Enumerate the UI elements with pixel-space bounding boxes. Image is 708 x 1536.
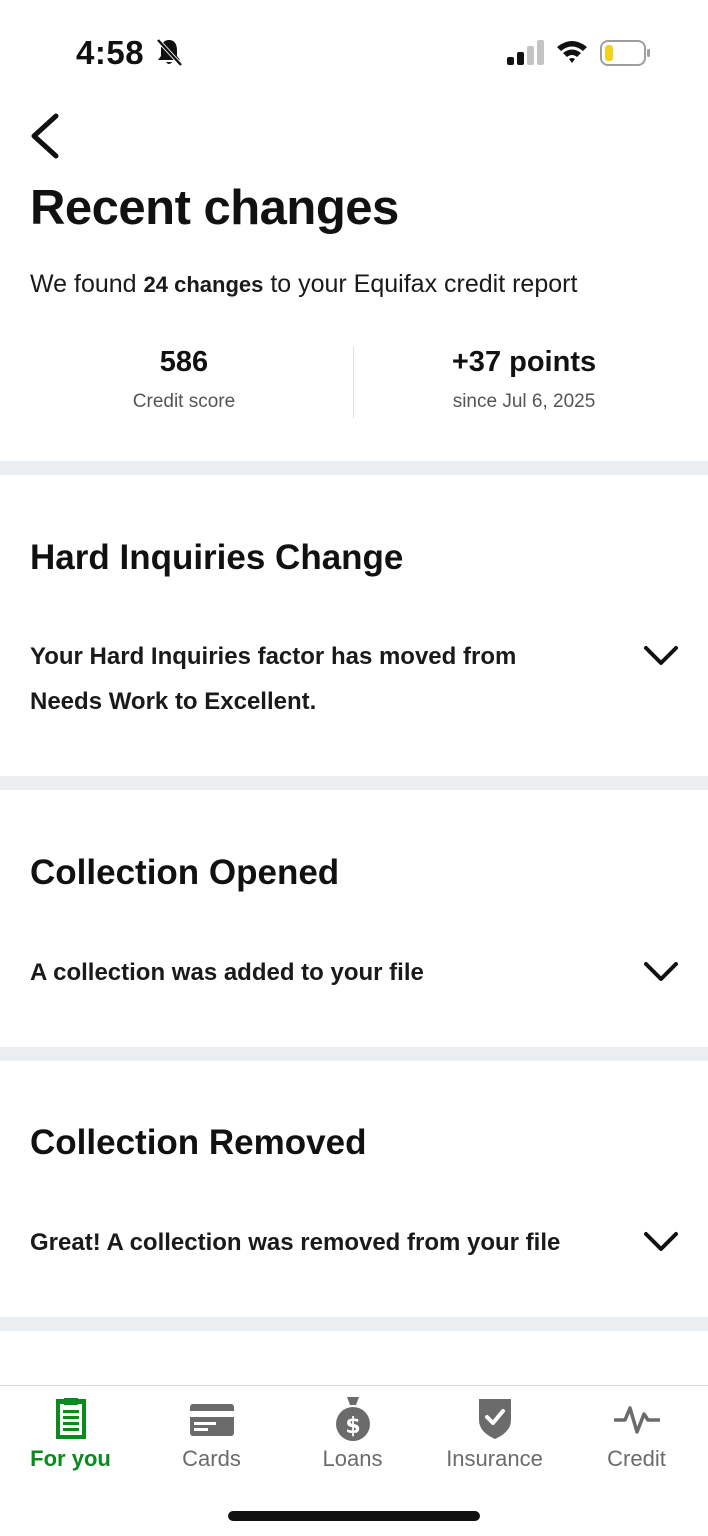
score-change-stat: +37 points since Jul 6, 2025 (374, 346, 674, 413)
change-description: Great! A collection was removed from you… (30, 1229, 561, 1256)
chevron-down-icon[interactable] (643, 1230, 679, 1254)
chevron-down-icon[interactable] (643, 960, 679, 984)
score-change-value: +37 points (451, 346, 597, 378)
section-divider (0, 461, 708, 475)
tab-label: Insurance (446, 1446, 543, 1471)
tab-label: Loans (322, 1446, 383, 1471)
chevron-down-icon[interactable] (643, 644, 679, 668)
summary-prefix: We found (30, 270, 137, 298)
credit-score-label: Credit score (132, 391, 236, 412)
document-icon (55, 1398, 86, 1439)
summary-count: 24 changes (143, 272, 264, 297)
svg-text:$: $ (345, 1414, 360, 1439)
stats-divider (353, 346, 354, 418)
score-change-label: since Jul 6, 2025 (452, 391, 596, 412)
home-indicator[interactable] (228, 1511, 480, 1521)
section-divider (0, 776, 708, 790)
tab-label: Credit (607, 1446, 666, 1471)
tab-credit[interactable]: Credit (566, 1386, 707, 1486)
credit-score-value: 586 (159, 346, 209, 378)
wifi-icon (557, 41, 587, 63)
change-title: Collection Removed (30, 1123, 367, 1162)
section-divider (0, 1317, 708, 1331)
tab-label: For you (30, 1446, 111, 1471)
summary-suffix: to your Equifax credit report (270, 270, 578, 298)
tab-label: Cards (182, 1446, 241, 1471)
tab-loans[interactable]: $ Loans (282, 1386, 423, 1486)
cellular-signal-icon (507, 40, 544, 65)
change-title: Hard Inquiries Change (30, 538, 404, 577)
back-chevron-icon[interactable] (26, 112, 66, 160)
recent-changes-screen: 4:58 Recent changes We found 24 changes … (0, 0, 708, 1536)
pulse-icon (613, 1406, 660, 1434)
tab-cards[interactable]: Cards (141, 1386, 282, 1486)
change-description: A collection was added to your file (30, 959, 424, 986)
bell-muted-icon (156, 38, 183, 67)
money-bag-icon: $ (335, 1397, 370, 1441)
shield-check-icon (478, 1399, 511, 1439)
changes-summary: We found 24 changes to your Equifax cred… (30, 270, 577, 299)
status-bar: 4:58 (0, 0, 708, 100)
tab-insurance[interactable]: Insurance (424, 1386, 565, 1486)
change-description: Your Hard Inquiries factor has moved fro… (30, 643, 517, 715)
battery-icon (600, 40, 650, 66)
page-title: Recent changes (30, 181, 399, 235)
change-title: Collection Opened (30, 853, 340, 892)
credit-score-stat: 586 Credit score (34, 346, 334, 413)
credit-card-icon (189, 1404, 234, 1436)
tab-for-you[interactable]: For you (0, 1386, 141, 1486)
status-time: 4:58 (76, 34, 145, 71)
section-divider (0, 1047, 708, 1061)
